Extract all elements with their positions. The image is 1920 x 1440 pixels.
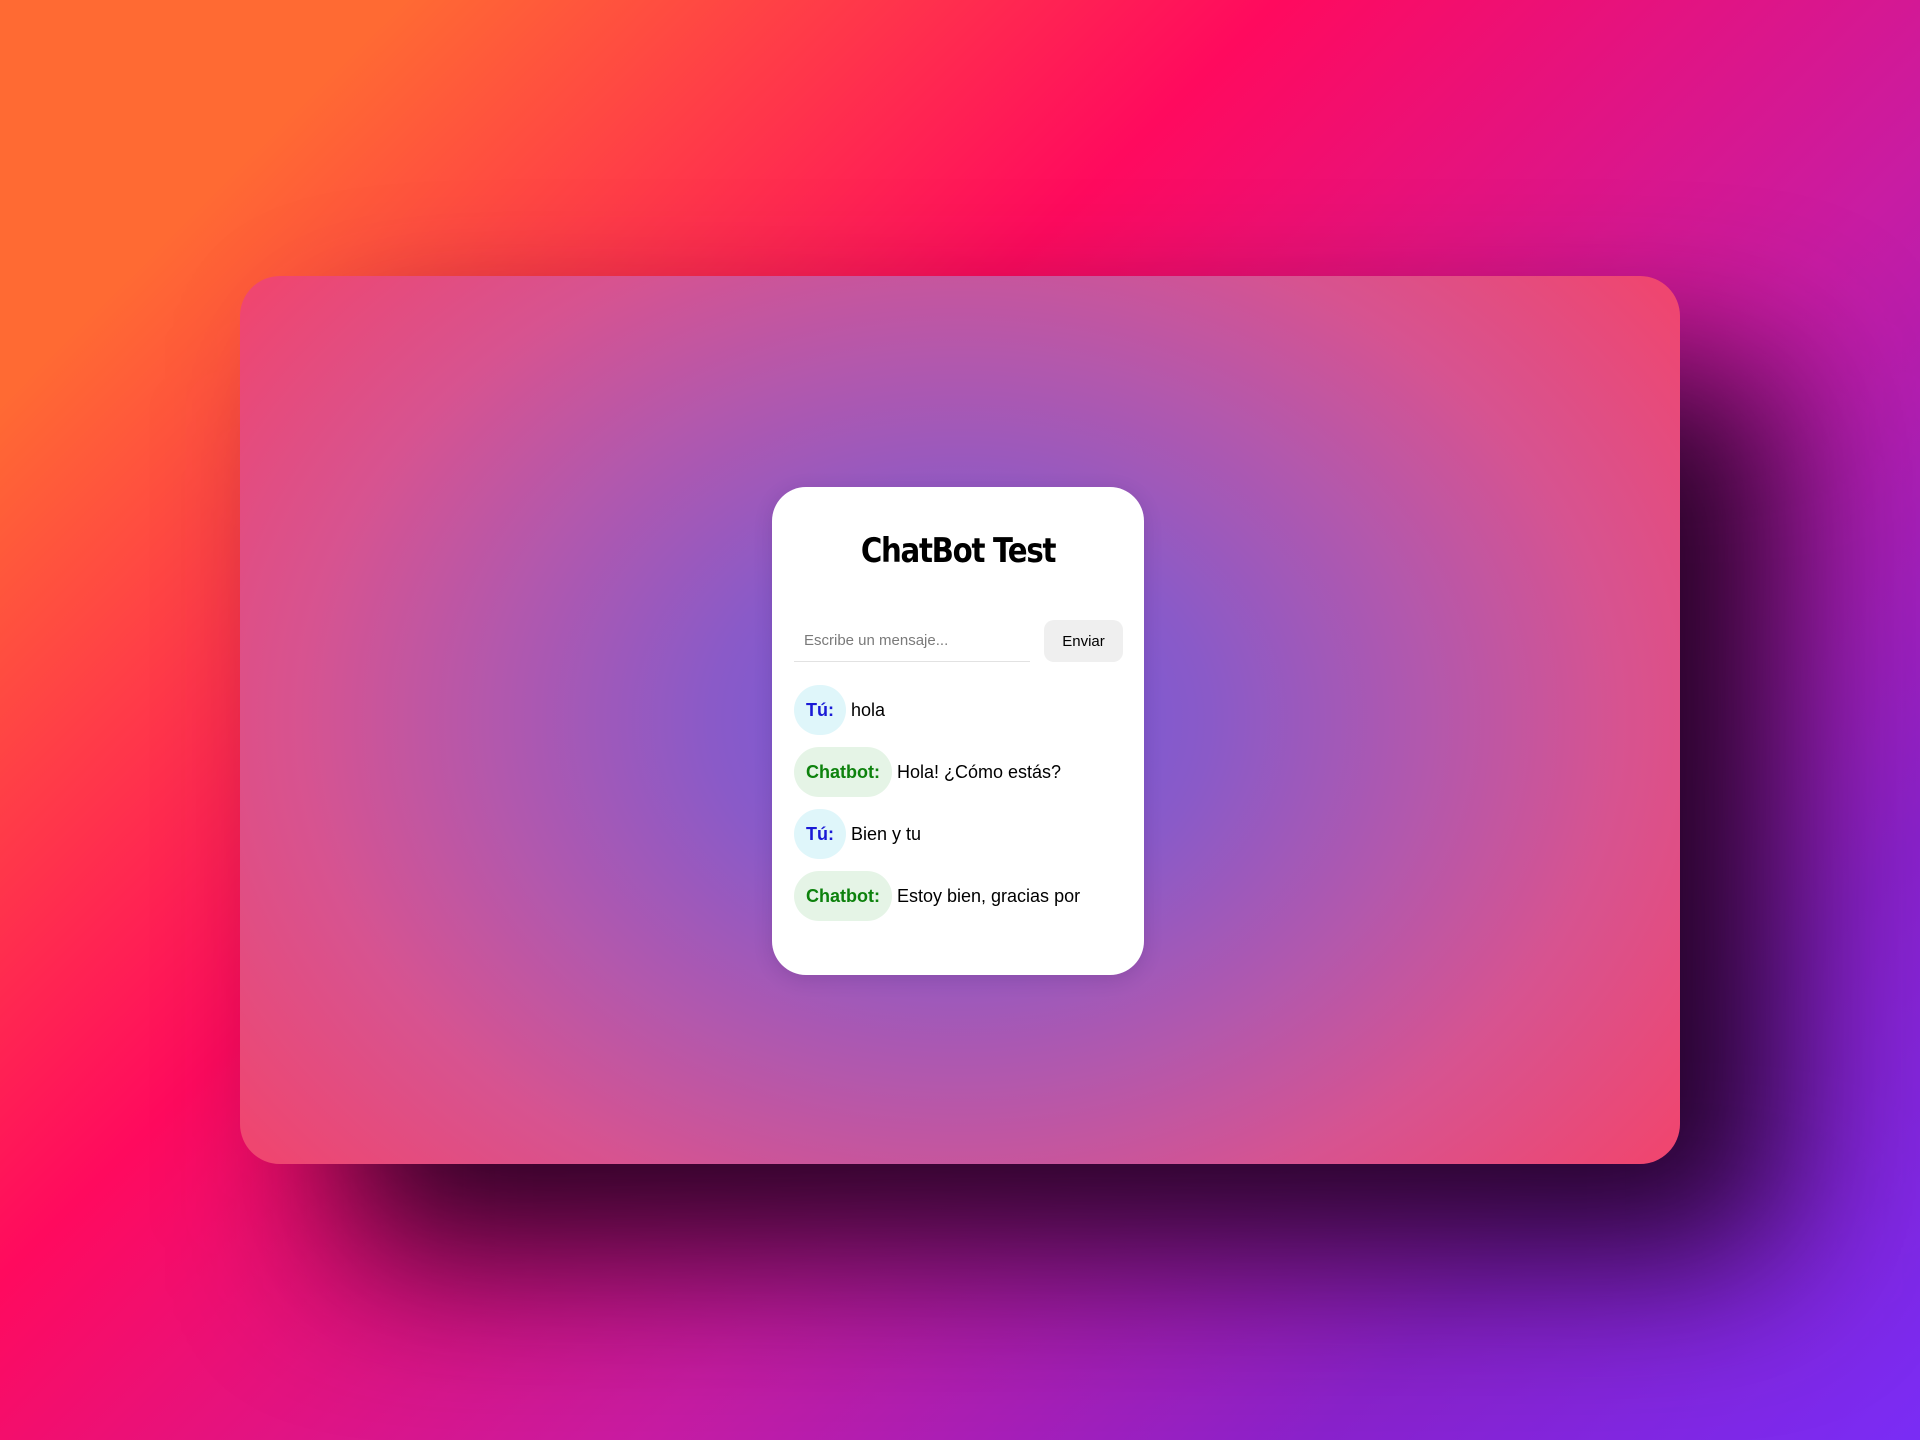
message-item: Tú: hola	[794, 685, 1124, 735]
message-input[interactable]	[794, 620, 1030, 662]
message-composer: Enviar	[794, 620, 1123, 662]
page-title: ChatBot Test	[860, 531, 1057, 571]
user-sender-label: Tú:	[794, 685, 846, 735]
message-list: Tú: hola Chatbot: Hola! ¿Cómo estás? Tú:…	[794, 685, 1124, 933]
message-text: Bien y tu	[850, 823, 922, 844]
user-sender-label: Tú:	[794, 809, 846, 859]
message-text: Hola! ¿Cómo estás?	[896, 761, 1062, 782]
app-window: ChatBot Test Enviar Tú: hola Chatbot: Ho…	[240, 276, 1680, 1164]
message-item: Chatbot: Hola! ¿Cómo estás?	[794, 747, 1124, 797]
bot-sender-label: Chatbot:	[794, 871, 892, 921]
send-button[interactable]: Enviar	[1044, 620, 1123, 662]
message-item: Chatbot: Estoy bien, gracias por	[794, 871, 1124, 921]
message-item: Tú: Bien y tu	[794, 809, 1124, 859]
bot-sender-label: Chatbot:	[794, 747, 892, 797]
message-text: Estoy bien, gracias por	[896, 885, 1081, 906]
chat-card: ChatBot Test Enviar Tú: hola Chatbot: Ho…	[772, 487, 1144, 975]
message-text: hola	[850, 699, 886, 720]
